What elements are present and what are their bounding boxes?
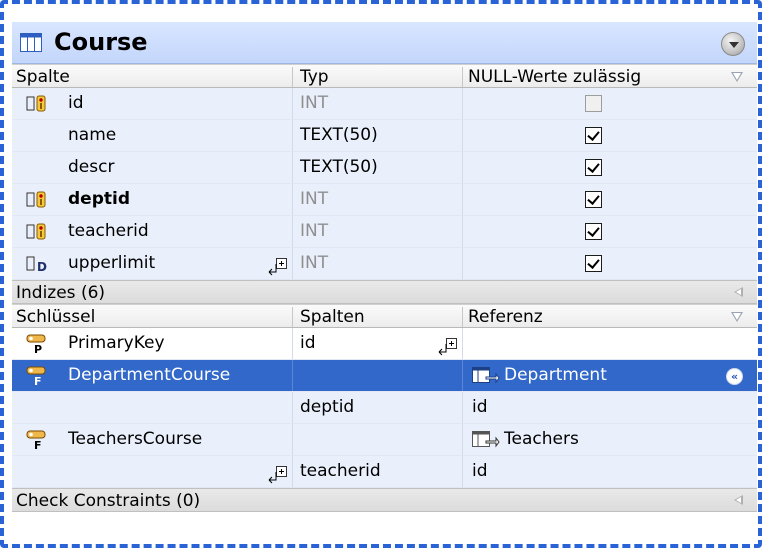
keys-header: Schlüssel Spalten Referenz [12,304,757,328]
column-header-null[interactable]: NULL-Werte zulässig [468,67,641,87]
primary-key-icon: P [26,334,46,354]
column-name: descr [68,157,115,177]
column-header-spalte[interactable]: Spalte [16,67,70,87]
column-name: id [68,93,84,113]
table-reference-icon [472,431,500,448]
column-row-id[interactable]: id INT [12,88,757,120]
column-header-typ[interactable]: Typ [300,67,329,87]
key-row-departmentcourse[interactable]: F DepartmentCourse Department « [12,360,757,392]
columns-header: Spalte Typ NULL-Werte zulässig [12,64,757,88]
key-row-department-column[interactable]: deptid id [12,392,757,424]
key-reference: Teachers [504,429,579,449]
table-panel: Course Spalte Typ NULL-Werte zulässig id… [12,22,757,540]
primary-foreign-key-icon [26,95,46,112]
svg-text:P: P [34,343,42,354]
nullable-checkbox[interactable] [585,127,602,144]
check-constraints-section[interactable]: Check Constraints (0) [12,488,757,512]
key-row-teacherscourse[interactable]: F TeachersCourse Teachers [12,424,757,456]
column-type: INT [300,93,329,113]
foreign-key-icon: F [26,430,46,450]
sort-triangle-icon[interactable] [731,72,743,82]
key-reference: Department [504,365,607,385]
key-header-schluessel[interactable]: Schlüssel [16,307,95,327]
key-row-primarykey[interactable]: P PrimaryKey id [12,328,757,360]
key-name: TeachersCourse [68,429,203,449]
key-column: teacherid [300,461,381,481]
primary-foreign-key-icon [26,191,46,208]
key-reference: id [472,397,488,417]
key-name: PrimaryKey [68,333,165,353]
indexes-section-label: Indizes (6) [16,283,106,303]
expand-constraint-icon[interactable] [268,258,288,276]
collapse-reference-icon[interactable]: « [726,368,743,385]
primary-foreign-key-icon [26,223,46,240]
svg-text:F: F [34,375,42,386]
key-column: deptid [300,397,355,417]
column-row-deptid[interactable]: deptid INT [12,184,757,216]
column-type: INT [300,189,329,209]
key-reference: id [472,461,488,481]
table-reference-icon [472,367,500,384]
expand-key-icon[interactable] [438,338,458,356]
table-title-bar[interactable]: Course [12,22,757,64]
column-name: deptid [68,189,130,209]
indexes-section[interactable]: Indizes (6) [12,280,757,304]
expand-triangle-icon[interactable] [734,495,743,505]
expand-triangle-icon[interactable] [734,287,743,297]
expand-key-icon[interactable] [268,466,288,484]
nullable-checkbox[interactable] [585,95,602,112]
svg-text:D: D [37,260,47,273]
collapse-table-button[interactable] [721,32,745,56]
table-icon [20,33,42,52]
check-constraint-column-icon: D [26,256,47,273]
key-header-spalten[interactable]: Spalten [300,307,365,327]
sort-triangle-icon[interactable] [731,312,743,322]
column-type: TEXT(50) [300,157,378,177]
check-constraints-label: Check Constraints (0) [16,491,201,511]
key-header-referenz[interactable]: Referenz [468,307,543,327]
svg-text:F: F [34,439,42,450]
foreign-key-icon: F [26,366,46,386]
column-type: TEXT(50) [300,125,378,145]
column-row-name[interactable]: name TEXT(50) [12,120,757,152]
column-row-teacherid[interactable]: teacherid INT [12,216,757,248]
nullable-checkbox[interactable] [585,223,602,240]
key-row-teachers-column[interactable]: teacherid id [12,456,757,488]
column-row-upperlimit[interactable]: D upperlimit INT [12,248,757,280]
column-type: INT [300,221,329,241]
nullable-checkbox[interactable] [585,191,602,208]
column-row-descr[interactable]: descr TEXT(50) [12,152,757,184]
column-type: INT [300,253,329,273]
nullable-checkbox[interactable] [585,159,602,176]
column-name: teacherid [68,221,149,241]
nullable-checkbox[interactable] [585,255,602,272]
table-title: Course [54,28,148,56]
column-name: upperlimit [68,253,156,273]
column-name: name [68,125,117,145]
key-column: id [300,333,316,353]
key-name: DepartmentCourse [68,365,231,385]
